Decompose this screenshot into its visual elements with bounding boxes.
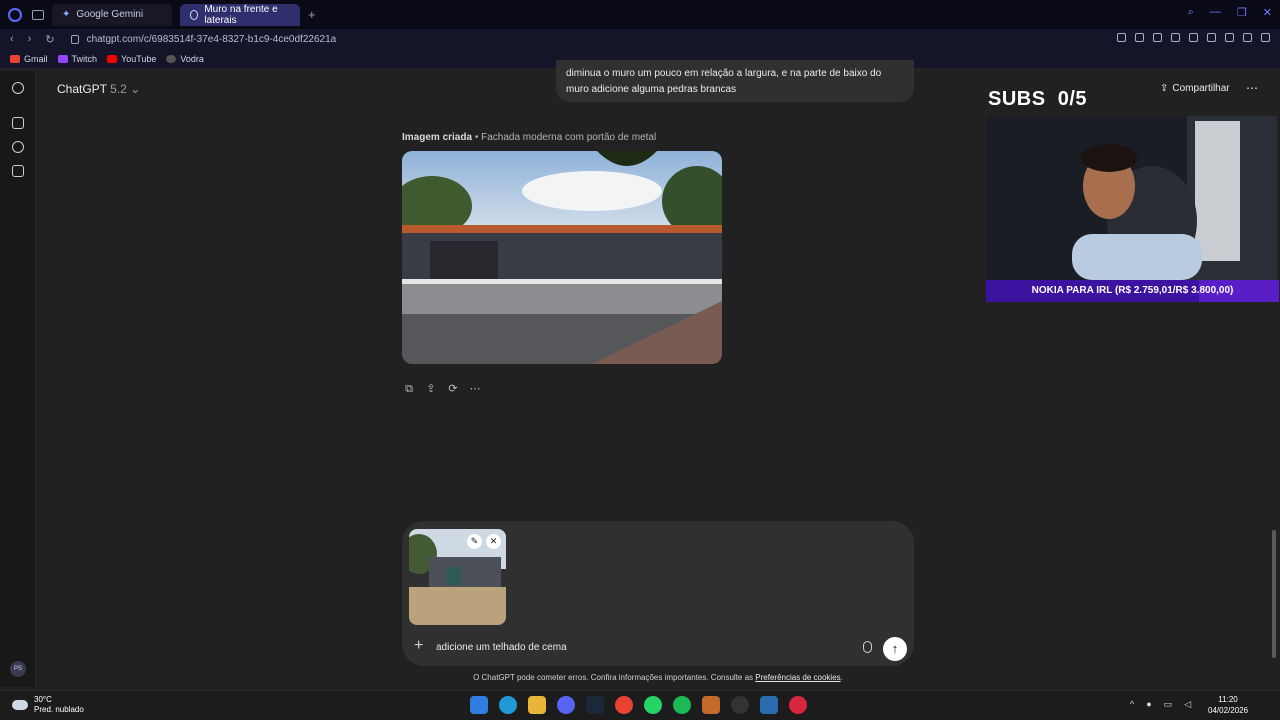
cloud-icon [12, 700, 28, 710]
tab-label: Google Gemini [76, 9, 144, 20]
extensions-icon[interactable] [1207, 33, 1216, 42]
window-controls: ⌕ — ❐ ✕ [1188, 6, 1272, 19]
discord-icon[interactable] [557, 696, 575, 714]
more-options-icon[interactable]: ⋯ [1246, 81, 1258, 95]
edit-image-icon[interactable]: ✎ [467, 534, 482, 549]
webcam-feed [987, 116, 1277, 280]
avatar[interactable]: PS [10, 661, 26, 677]
shield-icon[interactable] [1153, 33, 1162, 42]
snapshot-icon[interactable] [1135, 33, 1144, 42]
app-icon[interactable] [702, 696, 720, 714]
url-field[interactable]: chatgpt.com/c/6983514f-37e4-8327-b1c9-4c… [87, 34, 337, 45]
tray-mic-icon[interactable]: ● [1146, 699, 1151, 710]
regenerate-icon[interactable]: ⟳ [447, 383, 459, 395]
model-selector[interactable]: ChatGPT 5.2 ⌄ [57, 82, 140, 96]
webcam-overlay [987, 116, 1277, 280]
new-tab-icon[interactable]: + [308, 7, 316, 22]
composer: ✎ ✕ + adicione um telhado de cema ↑ [402, 521, 914, 666]
subs-counter: SUBS 0/5 [988, 88, 1088, 110]
send-button[interactable]: ↑ [883, 637, 907, 661]
address-bar: ‹ › ↻ chatgpt.com/c/6983514f-37e4-8327-b… [0, 29, 1280, 50]
screen: ✦ Google Gemini Muro na frente e laterai… [0, 0, 1280, 720]
youtube-icon [107, 55, 118, 63]
browser-tab-strip: ✦ Google Gemini Muro na frente e laterai… [0, 0, 1280, 29]
message-actions: ⧉ ⇪ ⟳ ⋯ [403, 383, 481, 395]
facade-illustration [402, 151, 722, 364]
user-message: diminua o muro um pouco em relação a lar… [556, 60, 914, 102]
image-caption: Imagem criada • Fachada moderna com port… [402, 132, 657, 143]
heart-icon[interactable] [1189, 33, 1198, 42]
more-icon[interactable]: ⋯ [469, 383, 481, 395]
attached-image[interactable]: ✎ ✕ [409, 529, 506, 625]
gemini-star-icon: ✦ [62, 8, 71, 20]
download-icon[interactable] [1243, 33, 1252, 42]
taskbar: 30°C Pred. nublado ^ ● ▭ ◁ 11:20 04/02/2… [0, 690, 1280, 720]
file-explorer-icon[interactable] [528, 696, 546, 714]
play-icon[interactable] [1171, 33, 1180, 42]
search-icon[interactable] [12, 141, 24, 153]
start-icon[interactable] [470, 696, 488, 714]
donation-goal-bar: NOKIA PARA IRL (R$ 2.759,01/R$ 3.800,00) [986, 280, 1279, 302]
new-chat-icon[interactable] [12, 117, 24, 129]
share-button[interactable]: ⇪ Compartilhar [1160, 83, 1230, 94]
chrome-icon[interactable] [615, 696, 633, 714]
scrollbar[interactable] [1272, 530, 1276, 658]
disclaimer: O ChatGPT pode cometer erros. Confira in… [473, 673, 843, 682]
openai-logo-icon[interactable] [12, 82, 24, 94]
generated-image[interactable] [402, 151, 722, 364]
profile-icon[interactable] [1225, 33, 1234, 42]
tray-chevron-icon[interactable]: ^ [1130, 699, 1134, 710]
twitch-icon [57, 55, 68, 63]
remove-attachment-icon[interactable]: ✕ [486, 534, 501, 549]
close-icon[interactable]: ✕ [1263, 6, 1272, 19]
opera-logo-icon[interactable] [8, 7, 22, 22]
chevron-down-icon: ⌄ [130, 82, 141, 96]
workspaces-icon[interactable] [32, 9, 44, 20]
chatgpt-icon [190, 9, 199, 20]
tab-muro-chat[interactable]: Muro na frente e laterais [180, 3, 300, 26]
menu-icon[interactable] [1261, 33, 1270, 42]
vodra-icon [166, 55, 177, 63]
forward-icon[interactable]: › [28, 33, 32, 46]
nav-buttons: ‹ › ↻ [10, 33, 55, 46]
cookie-preferences-link[interactable]: Preferências de cookies [755, 673, 840, 682]
tab-google-gemini[interactable]: ✦ Google Gemini [52, 3, 172, 26]
tab-label: Muro na frente e laterais [204, 3, 278, 26]
share-icon[interactable]: ⇪ [425, 383, 437, 395]
network-icon[interactable]: ▭ [1164, 699, 1173, 710]
search-tabs-icon[interactable]: ⌕ [1188, 6, 1194, 19]
restore-icon[interactable]: ❐ [1237, 6, 1247, 19]
lock-icon [70, 35, 79, 44]
bookmark-vodra[interactable]: Vodra [166, 54, 204, 64]
edge-icon[interactable] [499, 696, 517, 714]
snipping-icon[interactable] [760, 696, 778, 714]
minimize-icon[interactable]: — [1210, 6, 1221, 19]
spotify-icon[interactable] [673, 696, 691, 714]
left-rail: PS [0, 71, 36, 687]
bookmark-twitch[interactable]: Twitch [57, 54, 97, 64]
library-icon[interactable] [12, 165, 24, 177]
prompt-input[interactable]: adicione um telhado de cema [436, 642, 567, 653]
add-attachment-icon[interactable]: + [414, 637, 423, 655]
reload-icon[interactable]: ↻ [45, 33, 54, 46]
bookmark-gmail[interactable]: Gmail [10, 54, 48, 64]
back-icon[interactable]: ‹ [10, 33, 14, 46]
volume-icon[interactable]: ◁ [1184, 699, 1191, 710]
obs-icon[interactable] [731, 696, 749, 714]
weather-widget[interactable]: 30°C Pred. nublado [12, 695, 84, 715]
gmail-icon [10, 55, 20, 63]
steam-icon[interactable] [586, 696, 604, 714]
clock[interactable]: 11:20 04/02/2026 [1208, 694, 1248, 716]
microphone-icon[interactable] [863, 641, 872, 653]
copy-icon[interactable]: ⧉ [403, 383, 415, 395]
upload-icon: ⇪ [1160, 83, 1169, 94]
taskbar-apps [470, 696, 807, 714]
system-tray: ^ ● ▭ ◁ [1130, 699, 1191, 710]
browser-toolbar [1117, 33, 1270, 42]
pin-icon[interactable] [1117, 33, 1126, 42]
whatsapp-icon[interactable] [644, 696, 662, 714]
opera-icon[interactable] [789, 696, 807, 714]
bookmark-youtube[interactable]: YouTube [107, 54, 156, 64]
